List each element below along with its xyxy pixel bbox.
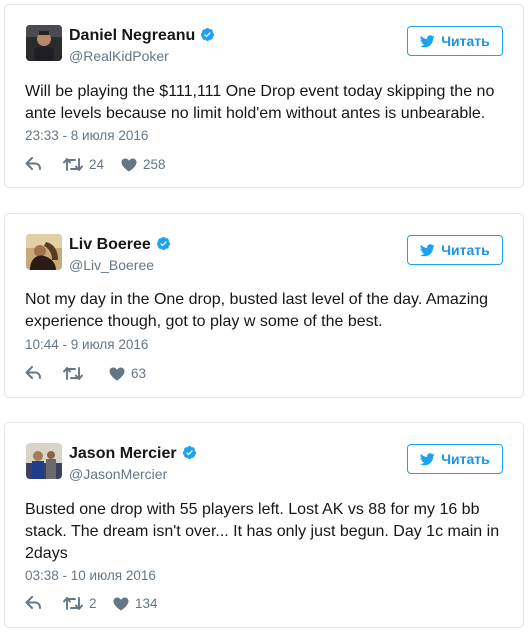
retweet-count: 2	[89, 596, 97, 611]
like-count: 134	[135, 596, 158, 611]
tweet-text: Will be playing the $111,111 One Drop ev…	[25, 83, 495, 122]
verified-badge-icon	[156, 236, 170, 251]
tweet-timestamp[interactable]: 03:38 - 10 июля 2016	[25, 568, 156, 583]
author-handle[interactable]: @Liv_Boeree	[69, 257, 154, 273]
follow-label: Читать	[441, 33, 490, 49]
verified-badge-icon	[201, 27, 215, 42]
like-button[interactable]: 63	[109, 366, 146, 381]
tweet-card: Liv Boeree @Liv_Boeree Читать Not my day…	[4, 213, 524, 398]
author-name[interactable]: Liv Boeree	[69, 236, 171, 254]
heart-icon	[121, 158, 137, 171]
like-count: 63	[131, 366, 147, 381]
reply-icon	[25, 596, 41, 609]
follow-button[interactable]: Читать	[407, 235, 503, 265]
retweet-icon	[63, 597, 83, 610]
like-button[interactable]: 134	[113, 596, 158, 611]
retweet-icon	[63, 158, 83, 171]
reply-icon	[25, 157, 41, 170]
twitter-bird-icon	[420, 243, 435, 256]
follow-label: Читать	[441, 451, 490, 467]
author-name[interactable]: Daniel Negreanu	[69, 27, 215, 45]
reply-icon	[25, 366, 41, 379]
follow-button[interactable]: Читать	[407, 26, 503, 56]
tweet-card: Daniel Negreanu @RealKidPoker Читать Wil…	[4, 4, 524, 188]
retweet-button[interactable]: 2	[63, 596, 97, 611]
tweet-text: Not my day in the One drop, busted last …	[25, 291, 489, 330]
like-button[interactable]: 258	[121, 157, 166, 172]
twitter-bird-icon	[420, 452, 435, 465]
follow-label: Читать	[441, 242, 490, 258]
tweet-timestamp[interactable]: 10:44 - 9 июля 2016	[25, 337, 148, 352]
avatar[interactable]	[26, 443, 62, 479]
verified-badge-icon	[182, 445, 196, 460]
tweet-timestamp[interactable]: 23:33 - 8 июля 2016	[25, 128, 148, 143]
avatar[interactable]	[26, 234, 62, 270]
avatar[interactable]	[26, 25, 62, 61]
tweet-card: Jason Mercier @JasonMercier Читать Buste…	[4, 422, 524, 628]
reply-button[interactable]	[25, 596, 42, 610]
like-count: 258	[143, 157, 166, 172]
follow-button[interactable]: Читать	[407, 444, 503, 474]
retweet-button[interactable]	[63, 366, 89, 381]
twitter-bird-icon	[420, 34, 435, 47]
author-name[interactable]: Jason Mercier	[69, 445, 197, 463]
reply-button[interactable]	[25, 157, 42, 171]
tweet-text: Busted one drop with 55 players left. Lo…	[25, 501, 500, 562]
retweet-count: 24	[89, 157, 105, 172]
heart-icon	[109, 367, 125, 380]
author-handle[interactable]: @JasonMercier	[69, 466, 167, 482]
author-handle[interactable]: @RealKidPoker	[69, 48, 169, 64]
retweet-button[interactable]: 24	[63, 157, 104, 172]
heart-icon	[113, 597, 129, 610]
retweet-icon	[63, 367, 83, 380]
reply-button[interactable]	[25, 366, 42, 380]
